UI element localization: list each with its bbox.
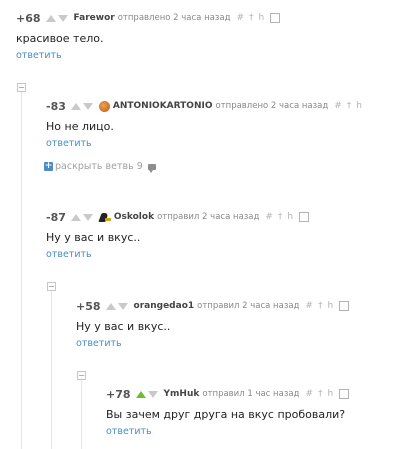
thread-line bbox=[21, 92, 22, 449]
reply-link[interactable]: ответить bbox=[16, 50, 400, 61]
comment: +78 YmHuk отправил 1 час назад #†h Вы за… bbox=[106, 386, 400, 437]
comment: +58 orangedao1 отправил 2 часа назад #†h… bbox=[76, 298, 400, 349]
pin-icon[interactable]: † bbox=[249, 13, 259, 23]
comment: -87 Oskolok отправил 2 часа назад #†h Ну… bbox=[46, 209, 400, 260]
hash-link-icon[interactable]: # bbox=[265, 212, 278, 222]
comment-tools: #†h bbox=[334, 101, 367, 111]
comment-author[interactable]: Farewor bbox=[74, 13, 115, 23]
comment: -83 ANTONIOKARTONIO отправлено 2 часа на… bbox=[44, 98, 400, 173]
upvote-arrow-icon[interactable] bbox=[70, 213, 81, 221]
comment-header: -87 Oskolok отправил 2 часа назад #†h bbox=[46, 209, 400, 225]
hash-link-icon[interactable]: # bbox=[305, 389, 318, 399]
comment-header: +58 orangedao1 отправил 2 часа назад #†h bbox=[76, 298, 400, 314]
branch-icon[interactable]: h bbox=[327, 389, 338, 399]
comment-bubble-icon bbox=[147, 163, 156, 173]
hash-link-icon[interactable]: # bbox=[305, 301, 318, 311]
branch-icon[interactable]: h bbox=[356, 101, 367, 111]
user-avatar-icon bbox=[99, 212, 111, 223]
reply-link[interactable]: ответить bbox=[46, 249, 400, 260]
upvote-arrow-icon[interactable] bbox=[105, 302, 116, 310]
comment-header: +78 YmHuk отправил 1 час назад #†h bbox=[106, 386, 400, 402]
comment-text: Вы зачем друг друга на вкус пробовали? bbox=[106, 408, 346, 421]
comment-tools: #†h bbox=[236, 12, 281, 23]
upvote-arrow-icon[interactable] bbox=[70, 102, 81, 110]
expand-branch-label: раскрыть ветвь 9 bbox=[55, 161, 143, 172]
comment-timestamp: отправил 2 часа назад bbox=[157, 212, 260, 222]
comment-timestamp: отправил 1 час назад bbox=[202, 389, 300, 399]
save-icon[interactable] bbox=[339, 300, 350, 311]
comment-timestamp: отправил 2 часа назад bbox=[197, 301, 300, 311]
reply-link[interactable]: ответить bbox=[76, 338, 400, 349]
comment-timestamp: отправлено 2 часа назад bbox=[117, 13, 231, 23]
branch-icon[interactable]: h bbox=[259, 13, 270, 23]
comment-tools: #†h bbox=[265, 211, 310, 222]
comment-text: Но не лицо. bbox=[46, 120, 114, 133]
comment-rating: +78 bbox=[106, 387, 131, 401]
comment-author[interactable]: Oskolok bbox=[114, 212, 154, 222]
reply-link[interactable]: ответить bbox=[46, 138, 400, 149]
expand-branch-button[interactable]: + раскрыть ветвь 9 bbox=[44, 161, 400, 173]
plus-icon: + bbox=[44, 161, 53, 171]
comment-text: Ну у вас и вкус.. bbox=[46, 231, 141, 244]
save-icon[interactable] bbox=[339, 388, 350, 399]
downvote-arrow-icon[interactable] bbox=[57, 14, 68, 22]
user-avatar-icon bbox=[98, 100, 110, 112]
save-icon[interactable] bbox=[270, 12, 281, 23]
branch-icon[interactable]: h bbox=[287, 212, 298, 222]
upvote-arrow-icon[interactable] bbox=[45, 14, 56, 22]
thread-line bbox=[81, 378, 82, 449]
hash-link-icon[interactable]: # bbox=[334, 101, 347, 111]
collapse-toggle-icon[interactable] bbox=[17, 83, 26, 92]
comment-tools: #†h bbox=[305, 388, 350, 399]
comment-rating: +68 bbox=[16, 11, 41, 25]
comment-header: -83 ANTONIOKARTONIO отправлено 2 часа на… bbox=[46, 98, 400, 114]
pin-icon[interactable]: † bbox=[318, 389, 328, 399]
comment-rating: -83 bbox=[46, 99, 66, 113]
comment-author[interactable]: YmHuk bbox=[164, 389, 200, 399]
comment: +68 Farewor отправлено 2 часа назад #†h … bbox=[16, 10, 400, 61]
comment-timestamp: отправлено 2 часа назад bbox=[215, 101, 329, 111]
comment-header: +68 Farewor отправлено 2 часа назад #†h bbox=[16, 10, 400, 26]
collapse-toggle-icon[interactable] bbox=[47, 282, 56, 291]
branch-icon[interactable]: h bbox=[327, 301, 338, 311]
collapse-toggle-icon[interactable] bbox=[77, 371, 86, 380]
save-icon[interactable] bbox=[299, 211, 310, 222]
hash-link-icon[interactable]: # bbox=[236, 13, 249, 23]
pin-icon[interactable]: † bbox=[318, 301, 328, 311]
downvote-arrow-icon[interactable] bbox=[147, 390, 158, 398]
reply-link[interactable]: ответить bbox=[106, 426, 400, 437]
comment-text: красивое тело. bbox=[16, 32, 104, 45]
downvote-arrow-icon[interactable] bbox=[82, 102, 93, 110]
comment-author[interactable]: orangedao1 bbox=[134, 301, 195, 311]
downvote-arrow-icon[interactable] bbox=[82, 213, 93, 221]
pin-icon[interactable]: † bbox=[347, 101, 357, 111]
upvote-arrow-icon[interactable] bbox=[135, 390, 146, 398]
comment-rating: -87 bbox=[46, 210, 66, 224]
comment-tools: #†h bbox=[305, 300, 350, 311]
comment-author[interactable]: ANTONIOKARTONIO bbox=[113, 101, 213, 111]
comment-rating: +58 bbox=[76, 299, 101, 313]
thread-line bbox=[51, 290, 52, 449]
downvote-arrow-icon[interactable] bbox=[117, 302, 128, 310]
comment-text: Ну у вас и вкус.. bbox=[76, 320, 171, 333]
pin-icon[interactable]: † bbox=[278, 212, 288, 222]
